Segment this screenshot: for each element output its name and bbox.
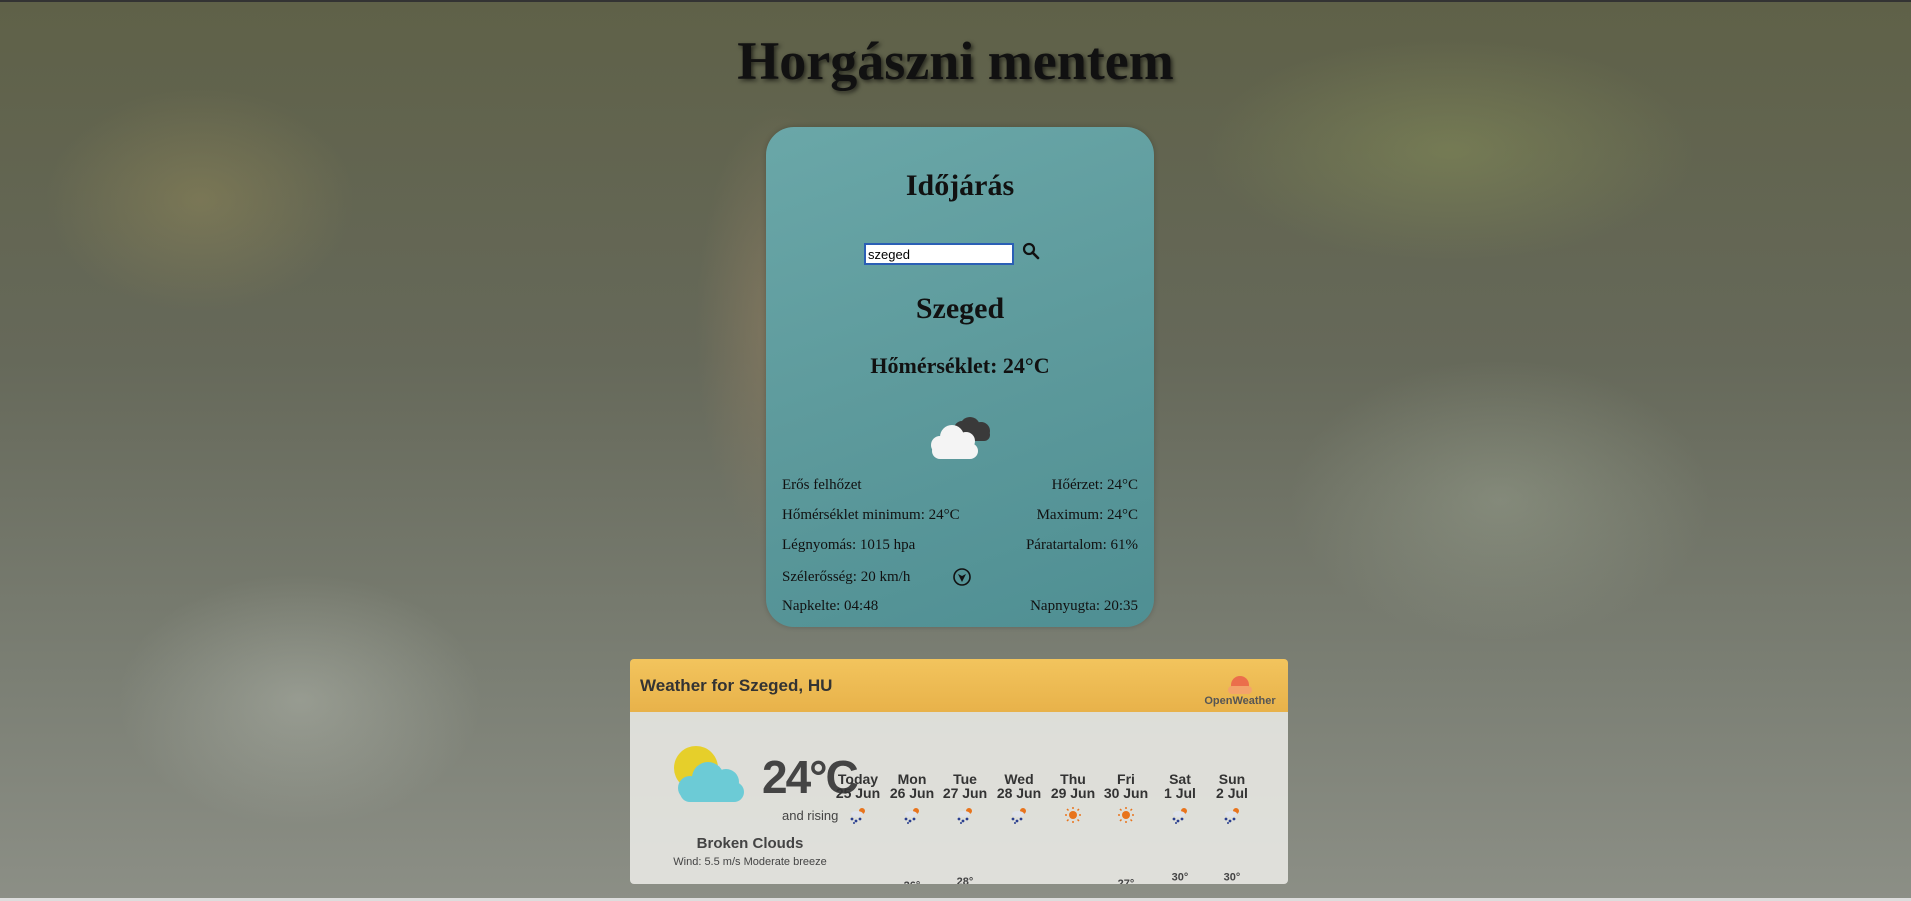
top-border (0, 0, 1911, 2)
openweather-widget: Weather for Szeged, HU OpenWeather 24°C … (630, 659, 1288, 884)
city-search-input[interactable] (864, 243, 1014, 265)
forecast-day: Tue 27 Jun (937, 772, 993, 824)
pressure-text: Légnyomás: 1015 hpa (782, 537, 916, 553)
forecast-day: Thu 29 Jun (1045, 772, 1101, 824)
rain-sun-icon (1011, 808, 1026, 824)
humidity-text: Páratartalom: 61% (1025, 537, 1138, 553)
rain-sun-icon (904, 808, 919, 824)
forecast-day-date: 1 Jul (1164, 785, 1196, 801)
description-text: Erős felhőzet (782, 477, 862, 493)
temperature: Hőmérséklet: 24°C (870, 353, 1050, 378)
sun-cloud-icon (674, 746, 744, 802)
forecast-day-name: Thu (1060, 771, 1086, 787)
forecast-day-date: 25 Jun (835, 785, 881, 801)
rain-sun-icon (850, 808, 865, 824)
forecast-day-name: Today (837, 771, 879, 787)
weather-card: Időjárás Szeged Hőmérséklet: 24°C Erős f… (766, 127, 1154, 627)
broken-clouds-icon (931, 417, 990, 459)
sunset-text: Napnyugta: 20:35 (1030, 598, 1138, 614)
high-temp-label: 27° (1118, 878, 1135, 884)
forecast-day-name: Fri (1117, 771, 1135, 787)
feels-like-text: Hőérzet: 24°C (1051, 477, 1138, 493)
openweather-logo-icon (1228, 676, 1252, 694)
search-icon (1022, 242, 1040, 260)
forecast-day: Sun 2 Jul (1204, 772, 1260, 824)
sunrise-text: Napkelte: 04:48 (782, 598, 879, 614)
forecast-day: Wed 28 Jun (991, 772, 1047, 824)
openweather-logo[interactable]: OpenWeather (1202, 673, 1278, 707)
forecast-day-date: 28 Jun (996, 785, 1042, 801)
forecast-day: Mon 26 Jun (884, 772, 940, 824)
forecast-day-date: 2 Jul (1216, 785, 1248, 801)
forecast-day: Today 25 Jun (830, 772, 886, 824)
rain-sun-icon (1172, 808, 1187, 824)
sun-icon (1065, 807, 1081, 823)
high-temp-label: 26° (904, 880, 921, 884)
widget-header: Weather for Szeged, HU OpenWeather (630, 659, 1288, 712)
forecast-day-date: 26 Jun (889, 785, 935, 801)
forecast-day-name: Mon (897, 771, 927, 787)
sun-icon (1118, 807, 1134, 823)
rain-sun-icon (957, 808, 972, 824)
wind-speed-text: Szélerősség: 20 km/h (782, 569, 911, 585)
temp-max-text: Maximum: 24°C (1036, 507, 1138, 523)
forecast-day-name: Sat (1169, 771, 1191, 787)
wind-description: Wind: 5.5 m/s Moderate breeze (673, 856, 827, 868)
forecast-day: Sat 1 Jul (1152, 772, 1208, 824)
high-temp-label: 28° (957, 876, 974, 884)
forecast-day-name: Sun (1218, 771, 1246, 787)
forecast-day-date: 27 Jun (942, 785, 988, 801)
weather-description: Broken Clouds (696, 835, 804, 852)
high-temp-label: 30° (1224, 871, 1241, 883)
forecast-day-date: 29 Jun (1050, 785, 1096, 801)
card-title: Időjárás (905, 169, 1015, 202)
forecast-day-name: Tue (953, 771, 977, 787)
high-temp-label: 30° (1172, 871, 1189, 883)
search-button[interactable] (1020, 241, 1042, 263)
city-name: Szeged (915, 292, 1005, 325)
wind-direction-icon (953, 568, 971, 586)
widget-title: Weather for Szeged, HU (640, 676, 833, 695)
forecast-day-name: Wed (1004, 771, 1034, 787)
forecast-day: Fri 30 Jun (1098, 772, 1154, 824)
forecast-temperature-chart: 24°17°26°16°28°17°22°15°24°13°27°15°30°1… (904, 871, 1241, 884)
page-title: Horgászni mentem (737, 31, 1174, 91)
rain-sun-icon (1224, 808, 1239, 824)
widget-body: 24°C and rising Broken Clouds Wind: 5.5 … (630, 712, 1288, 884)
temp-min-text: Hőmérséklet minimum: 24°C (782, 507, 960, 523)
forecast-day-date: 30 Jun (1103, 785, 1149, 801)
logo-text: OpenWeather (1204, 695, 1276, 707)
